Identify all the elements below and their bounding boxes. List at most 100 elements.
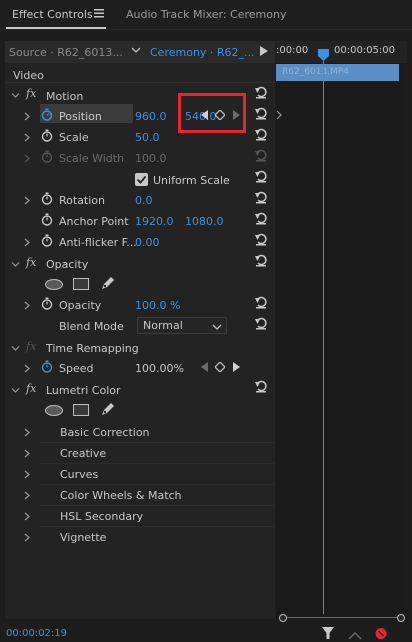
chevron-right-icon[interactable] <box>23 363 31 373</box>
stopwatch-icon[interactable] <box>41 213 53 229</box>
stopwatch-icon-active[interactable] <box>41 108 53 124</box>
position-x-value[interactable]: 960.0 <box>135 110 167 123</box>
reset-icon[interactable] <box>254 127 268 144</box>
lumetri-item[interactable]: Color Wheels & Match <box>24 485 274 506</box>
reset-icon[interactable] <box>254 211 268 228</box>
motion-effect-label[interactable]: Motion <box>46 90 83 103</box>
next-keyframe-icon[interactable] <box>233 362 240 375</box>
chevron-right-icon[interactable] <box>23 195 31 205</box>
timeline-panel <box>276 41 407 619</box>
export-clip-icon[interactable] <box>348 627 362 642</box>
panel-menu-icon[interactable] <box>94 8 104 21</box>
position-label: Position <box>59 110 102 123</box>
ruler-end-time: 00:00:05:00 <box>334 45 396 56</box>
chevron-down-icon[interactable] <box>11 90 20 98</box>
opacity-value[interactable]: 100.0 % <box>135 299 180 312</box>
timecode[interactable]: 00:00:02:19 <box>6 628 67 639</box>
chevron-right-icon[interactable] <box>23 511 31 524</box>
add-keyframe-icon[interactable] <box>214 361 226 375</box>
clip-bar[interactable]: R62_6013.MP4 <box>276 64 399 81</box>
ellipse-mask-icon[interactable] <box>45 405 63 416</box>
anti-flicker-value[interactable]: 0.00 <box>135 236 160 249</box>
chevron-right-icon <box>23 153 31 163</box>
play-icon[interactable] <box>260 46 268 59</box>
sequence-clip-label[interactable]: Ceremony · R62_... <box>150 46 255 59</box>
show-audio-icon[interactable] <box>374 627 388 642</box>
zoom-scrollbar[interactable] <box>277 614 407 622</box>
tab-effect-controls[interactable]: Effect Controls <box>12 8 93 21</box>
speed-label: Speed <box>59 362 94 375</box>
anchor-x-value[interactable]: 1920.0 <box>135 215 174 228</box>
rotation-value[interactable]: 0.0 <box>135 194 153 207</box>
chevron-down-icon[interactable] <box>11 385 20 393</box>
uniform-scale-label: Uniform Scale <box>153 174 230 187</box>
rectangle-mask-icon[interactable] <box>73 404 89 416</box>
stopwatch-icon[interactable] <box>41 297 53 313</box>
reset-icon[interactable] <box>254 295 268 312</box>
chevron-right-icon[interactable] <box>23 237 31 247</box>
scale-value[interactable]: 50.0 <box>135 131 160 144</box>
reset-icon[interactable] <box>254 169 268 186</box>
speed-value[interactable]: 100.00% <box>135 362 184 375</box>
chevron-right-icon[interactable] <box>23 300 31 310</box>
zoom-handle-left[interactable] <box>279 614 287 622</box>
anti-flicker-label: Anti-flicker F... <box>59 236 137 249</box>
lumetri-item-label: HSL Secondary <box>60 510 144 523</box>
reset-icon[interactable] <box>254 316 268 333</box>
anchor-y-value[interactable]: 1080.0 <box>185 215 224 228</box>
chevron-down-icon <box>212 321 222 336</box>
prev-keyframe-icon[interactable] <box>201 362 208 375</box>
lumetri-color-label[interactable]: Lumetri Color <box>46 384 121 397</box>
chevron-right-icon[interactable] <box>23 532 31 545</box>
lumetri-item[interactable]: Creative <box>24 443 274 464</box>
ellipse-mask-icon[interactable] <box>45 279 63 290</box>
chevron-down-icon[interactable] <box>11 259 20 267</box>
playhead-line <box>323 58 324 614</box>
reset-icon[interactable] <box>254 379 268 396</box>
reset-icon[interactable] <box>254 106 268 123</box>
uniform-scale-checkbox[interactable] <box>135 173 148 186</box>
time-remapping-label[interactable]: Time Remapping <box>46 342 139 355</box>
active-tab-indicator <box>6 27 106 29</box>
lumetri-item[interactable]: Basic Correction <box>24 422 274 443</box>
reset-icon[interactable] <box>254 232 268 249</box>
tab-audio-track-mixer[interactable]: Audio Track Mixer: Ceremony <box>126 8 286 21</box>
time-ruler[interactable]: :00:00 00:00:05:00 <box>276 41 407 63</box>
stopwatch-icon[interactable] <box>41 360 53 376</box>
lumetri-item-label: Basic Correction <box>60 426 150 439</box>
source-clip-label[interactable]: Source · R62_6013... <box>9 46 123 59</box>
stopwatch-icon[interactable] <box>41 129 53 145</box>
chevron-right-icon[interactable] <box>23 490 31 503</box>
stopwatch-icon[interactable] <box>41 234 53 250</box>
pen-mask-icon[interactable] <box>100 402 115 420</box>
reset-icon[interactable] <box>254 253 268 270</box>
filter-icon[interactable] <box>322 627 336 642</box>
bottom-bar: 00:00:02:19 <box>0 626 412 642</box>
lumetri-item[interactable]: Curves <box>24 464 274 485</box>
opacity-label: Opacity <box>59 299 102 312</box>
lumetri-item-label: Vignette <box>60 531 107 544</box>
zoom-handle-right[interactable] <box>397 614 405 622</box>
opacity-effect-label[interactable]: Opacity <box>46 258 88 271</box>
chevron-down-icon[interactable] <box>131 45 141 58</box>
rectangle-mask-icon[interactable] <box>73 278 89 290</box>
chevron-right-icon[interactable] <box>23 111 31 121</box>
reset-icon[interactable] <box>254 190 268 207</box>
lumetri-item-label: Creative <box>60 447 107 460</box>
chevron-right-icon[interactable] <box>23 427 31 440</box>
lumetri-item-label: Color Wheels & Match <box>60 489 182 502</box>
chevron-right-icon[interactable] <box>23 132 31 142</box>
lumetri-item[interactable]: Vignette <box>24 527 274 548</box>
stopwatch-icon[interactable] <box>41 192 53 208</box>
chevron-down-icon[interactable] <box>11 343 20 351</box>
reset-icon[interactable] <box>254 85 268 102</box>
ruler-start-time: :00:00 <box>276 45 309 56</box>
chevron-right-icon[interactable] <box>23 469 31 482</box>
zoom-scrollbar-track <box>284 617 400 618</box>
fx-icon: fx <box>26 256 37 269</box>
pen-mask-icon[interactable] <box>100 276 115 294</box>
chevron-right-icon[interactable] <box>23 448 31 461</box>
source-bar: Source · R62_6013... Ceremony · R62_... <box>5 41 275 63</box>
blend-mode-select[interactable]: Normal <box>137 317 227 334</box>
lumetri-item[interactable]: HSL Secondary <box>24 506 274 527</box>
